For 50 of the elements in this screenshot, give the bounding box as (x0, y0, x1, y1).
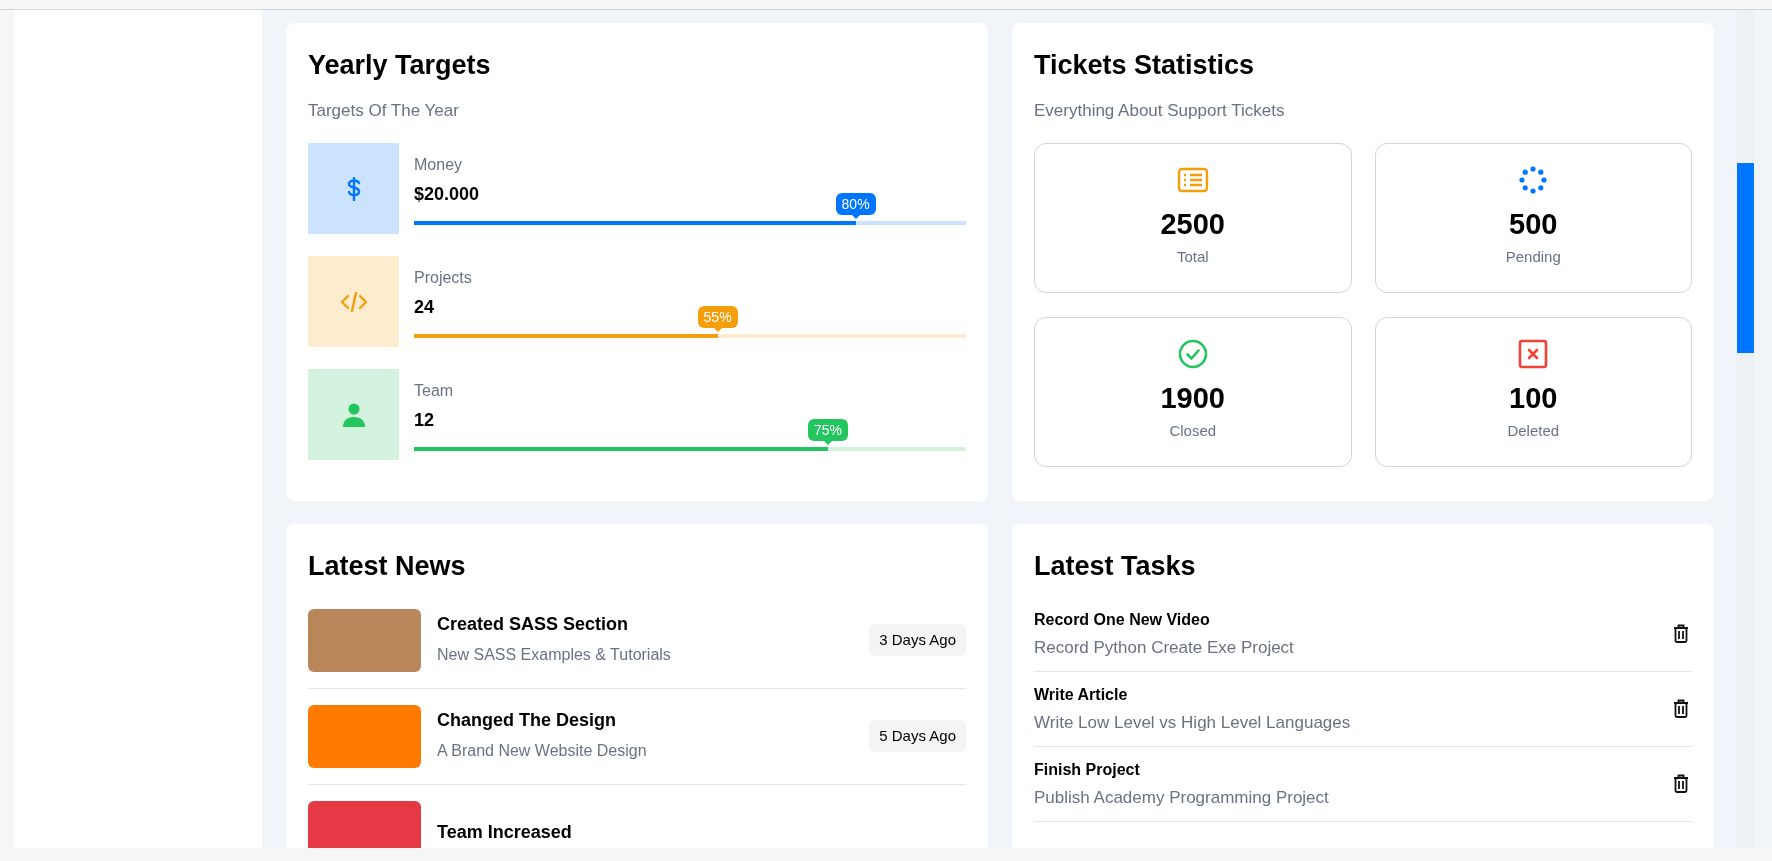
check-circle-icon (1177, 339, 1208, 369)
task-description: Publish Academy Programming Project (1034, 786, 1330, 809)
trash-icon (1673, 699, 1689, 718)
news-title: Created SASS Section (437, 613, 630, 635)
spinner-icon (1518, 165, 1549, 195)
stat-number: 100 (1509, 381, 1558, 416)
task-description: Write Low Level vs High Level Languages (1034, 711, 1352, 734)
card-title: Tickets Statistics (1034, 49, 1256, 82)
trash-icon (1673, 774, 1689, 793)
stat-number: 500 (1509, 207, 1558, 242)
badge-pointer-icon (712, 327, 723, 332)
card-subtitle: Targets Of The Year (308, 99, 460, 122)
dollar-icon (346, 176, 361, 201)
news-description: A Brand New Website Design (437, 741, 648, 761)
target-label: Team (414, 381, 455, 401)
scrollbar-thumb[interactable] (1737, 163, 1754, 353)
news-title: Changed The Design (437, 709, 617, 731)
code-icon (339, 290, 368, 313)
time-label: 5 Days Ago (869, 719, 966, 753)
target-value: $20.000 (414, 183, 480, 205)
news-description: New SASS Examples & Tutorials (437, 645, 672, 665)
list-icon (1176, 167, 1209, 193)
card-subtitle: Everything About Support Tickets (1034, 99, 1286, 122)
task-title: Record One New Video (1034, 609, 1211, 630)
card-title: Yearly Targets (308, 49, 492, 82)
stat-label: Deleted (1507, 421, 1560, 441)
target-label: Projects (414, 268, 473, 288)
target-value: 24 (414, 296, 435, 318)
target-label: Money (414, 155, 464, 175)
card-title: Latest News (308, 550, 467, 583)
stat-number: 1900 (1160, 381, 1225, 416)
badge-pointer-icon (850, 214, 861, 219)
task-description: Record Python Create Exe Project (1034, 636, 1295, 659)
stat-label: Total (1176, 247, 1209, 267)
user-icon (342, 402, 365, 427)
percent-badge: 80% (835, 193, 876, 215)
stat-number: 2500 (1160, 207, 1225, 242)
close-box-icon (1518, 339, 1549, 369)
stat-label: Closed (1169, 421, 1217, 441)
card-title: Latest Tasks (1034, 550, 1197, 583)
task-title: Write Article (1034, 684, 1129, 705)
percent-badge: 55% (697, 306, 738, 328)
percent-badge: 75% (808, 419, 848, 441)
news-title: Team Increased (437, 821, 573, 843)
badge-pointer-icon (823, 440, 833, 445)
stat-label: Pending (1505, 247, 1561, 267)
task-title: Finish Project (1034, 759, 1141, 780)
time-label: 3 Days Ago (869, 623, 966, 657)
target-value: 12 (414, 409, 435, 431)
trash-icon (1673, 624, 1689, 643)
